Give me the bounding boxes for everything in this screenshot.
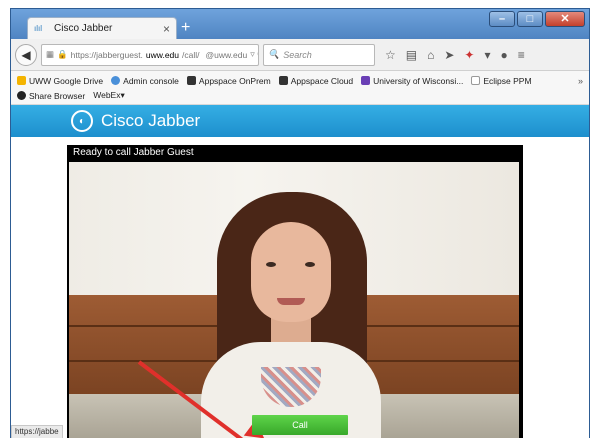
url-suffix: @uww.edu [205, 49, 248, 60]
call-button[interactable]: Call [252, 415, 348, 435]
bookmark-appspace-onprem[interactable]: Appspace OnPrem [186, 75, 271, 86]
url-path: /call/ [182, 49, 200, 60]
video-panel: Ready to call Jabber Guest Call [67, 145, 523, 438]
bookmark-label: WebEx▾ [93, 90, 125, 100]
minimize-button[interactable]: – [489, 11, 515, 27]
back-button[interactable]: ◀ [15, 43, 37, 66]
home-icon[interactable]: ⌂ [427, 48, 434, 62]
navigation-bar: ◀ ▦ 🔒 https://jabberguest. uww.edu/call/ @… [11, 39, 589, 71]
maximize-button[interactable]: □ [517, 11, 543, 27]
url-host: uww.edu [145, 49, 180, 60]
person-eye [305, 262, 315, 267]
cisco-favicon-icon: ılıl [34, 23, 42, 33]
share-browser-icon [17, 91, 26, 100]
menu-icon[interactable]: ≡ [518, 48, 525, 62]
person-mouth [277, 298, 305, 305]
site-info-icon[interactable]: ▦ [46, 49, 54, 60]
appspace-icon [278, 76, 288, 85]
call-status: Ready to call Jabber Guest [67, 145, 523, 162]
dropdown-icon[interactable]: ▾ [484, 48, 490, 62]
bookmark-label: Eclipse PPM [483, 75, 532, 86]
browser-tab[interactable]: ılıl Cisco Jabber × [27, 17, 177, 39]
bookmark-label: Appspace Cloud [290, 75, 354, 86]
lock-icon: 🔒 [57, 49, 68, 59]
bookmarks-menu-icon[interactable]: ▤ [406, 48, 417, 62]
bookmark-eclipse-ppm[interactable]: Eclipse PPM [471, 75, 532, 86]
bookmark-label: Share Browser [29, 90, 86, 101]
send-icon[interactable]: ➤ [444, 48, 454, 62]
bookmark-label: Appspace OnPrem [198, 75, 271, 86]
addon-icon[interactable]: ✦ [464, 48, 474, 62]
jabber-header: ◐ Cisco Jabber [11, 105, 589, 137]
university-icon [361, 76, 371, 85]
window-controls: – □ ✕ [489, 11, 585, 27]
appspace-icon [186, 76, 196, 85]
tab-title: Cisco Jabber [54, 23, 113, 34]
status-bar: https://jabbe [11, 425, 63, 438]
google-drive-icon [17, 76, 26, 85]
admin-console-icon [111, 76, 121, 85]
new-tab-icon[interactable]: + [181, 19, 190, 37]
toolbar-icons: ☆ ▤ ⌂ ➤ ✦ ▾ ● ≡ [385, 48, 525, 62]
bookmark-label: UWW Google Drive [29, 75, 104, 86]
person-face [251, 222, 331, 322]
browser-window: ılıl Cisco Jabber × + – □ ✕ ◀ ▦ 🔒 https:… [10, 8, 590, 438]
bookmark-webex[interactable]: WebEx▾ [93, 90, 125, 101]
more-bookmarks-icon[interactable]: » [578, 76, 583, 86]
jabber-logo-icon: ◐ [71, 110, 93, 132]
tab-close-icon[interactable]: × [163, 22, 170, 36]
tab-strip: ılıl Cisco Jabber × + – □ ✕ [11, 9, 589, 39]
url-prefix: https://jabberguest. [70, 49, 143, 60]
search-input[interactable]: 🔍 Search [263, 43, 375, 66]
bookmark-university-of-wisconsin[interactable]: University of Wisconsi... [361, 76, 463, 86]
bookmarks-toolbar: UWW Google Drive Admin console Appspace … [11, 71, 589, 105]
app-title: Cisco Jabber [101, 111, 201, 130]
search-placeholder: Search [283, 49, 312, 60]
video-preview: Call [69, 162, 519, 438]
close-window-button[interactable]: ✕ [545, 11, 585, 27]
bookmark-label: Admin console [123, 75, 179, 86]
person-eye [266, 262, 276, 267]
reload-icon[interactable]: ▿ C [250, 49, 258, 60]
bookmark-appspace-cloud[interactable]: Appspace Cloud [278, 75, 354, 86]
address-bar[interactable]: ▦ 🔒 https://jabberguest. uww.edu/call/ @uw… [41, 43, 259, 66]
page-icon [471, 76, 481, 85]
chat-icon[interactable]: ● [501, 48, 508, 62]
page-content: ◐ Cisco Jabber Ready to call Jabber Gues… [11, 105, 589, 438]
bookmark-uww-google-drive[interactable]: UWW Google Drive [17, 76, 103, 86]
bookmark-admin-console[interactable]: Admin console [111, 76, 179, 86]
bookmark-share-browser[interactable]: Share Browser [17, 91, 85, 101]
bookmark-star-icon[interactable]: ☆ [385, 48, 396, 62]
bookmark-label: University of Wisconsi... [373, 75, 464, 86]
search-icon: 🔍 [268, 49, 280, 59]
